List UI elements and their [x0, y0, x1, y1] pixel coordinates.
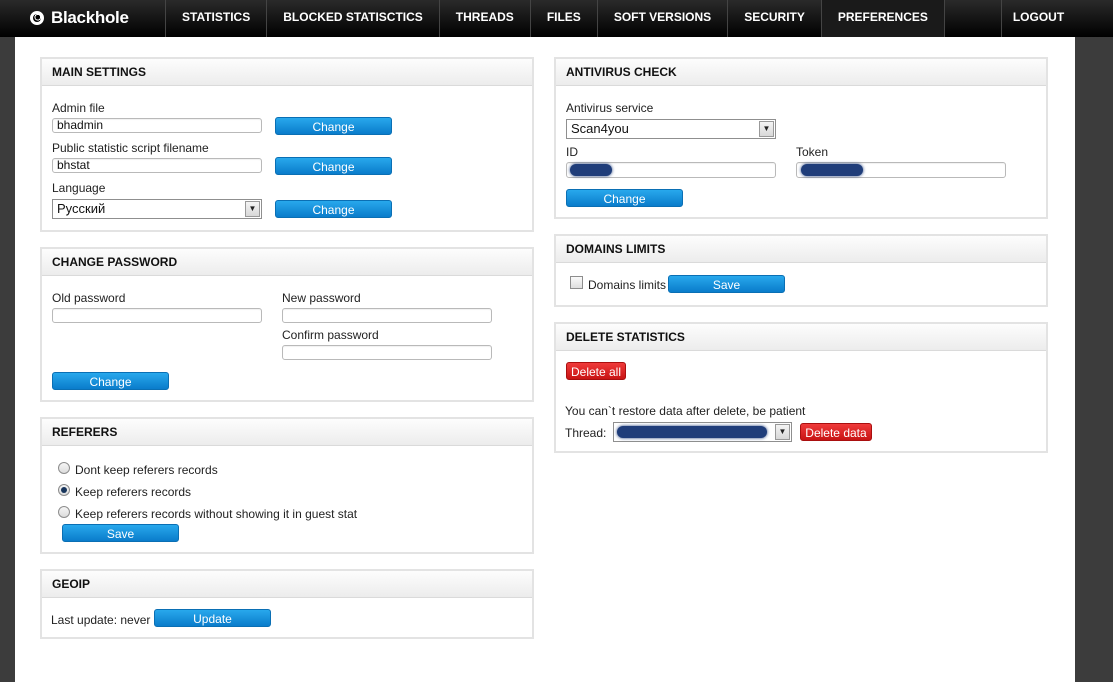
panel-title: DOMAINS LIMITS	[556, 236, 1046, 263]
thread-select[interactable]: ▼	[613, 422, 792, 442]
old-password-input[interactable]	[52, 308, 262, 323]
domains-limits-checkbox[interactable]	[570, 276, 583, 289]
language-select[interactable]: Русский ▼	[52, 199, 262, 219]
referers-radio-keep[interactable]	[58, 484, 70, 496]
nav-item-security[interactable]: SECURITY	[727, 0, 821, 37]
confirm-password-input[interactable]	[282, 345, 492, 360]
nav-item-soft-versions[interactable]: SOFT VERSIONS	[596, 0, 727, 37]
redacted-value	[570, 164, 612, 176]
dropdown-arrow-icon[interactable]: ▼	[245, 201, 260, 217]
panel-title: DELETE STATISTICS	[556, 324, 1046, 351]
antivirus-id-label: ID	[566, 145, 578, 159]
geoip-update-button[interactable]: Update	[154, 609, 271, 627]
referers-option-label: Dont keep referers records	[75, 463, 218, 477]
panel-title: MAIN SETTINGS	[42, 59, 532, 86]
change-password-button[interactable]: Change	[52, 372, 169, 390]
public-script-change-button[interactable]: Change	[275, 157, 392, 175]
logo-text: Blackhole	[51, 8, 129, 27]
delete-statistics-panel: DELETE STATISTICS Delete all You can`t r…	[554, 322, 1048, 453]
dropdown-arrow-icon[interactable]: ▼	[759, 121, 774, 137]
admin-file-label: Admin file	[52, 101, 105, 115]
confirm-password-label: Confirm password	[282, 328, 379, 342]
blackhole-logo-icon	[30, 11, 44, 25]
dropdown-arrow-icon[interactable]: ▼	[775, 424, 790, 440]
main-settings-panel: MAIN SETTINGS Admin file bhadmin Change …	[40, 57, 534, 232]
language-selected-value: Русский	[57, 201, 106, 216]
logout-button[interactable]: LOGOUT	[1001, 0, 1075, 37]
domains-limits-panel: DOMAINS LIMITS Domains limits Save	[554, 234, 1048, 307]
antivirus-selected-value: Scan4you	[571, 121, 629, 136]
language-change-button[interactable]: Change	[275, 200, 392, 218]
geoip-last-update: Last update: never	[51, 613, 151, 627]
admin-file-change-button[interactable]: Change	[275, 117, 392, 135]
antivirus-token-input[interactable]	[796, 162, 1006, 178]
panel-title: ANTIVIRUS CHECK	[556, 59, 1046, 86]
app-logo[interactable]: Blackhole	[30, 6, 129, 30]
thread-label: Thread:	[565, 426, 607, 440]
new-password-input[interactable]	[282, 308, 492, 323]
domains-limits-label: Domains limits	[588, 278, 667, 292]
nav-item-preferences[interactable]: PREFERENCES	[820, 0, 945, 37]
referers-panel: REFERERS Dont keep referers records Keep…	[40, 417, 534, 554]
delete-warning-text: You can`t restore data after delete, be …	[565, 404, 806, 418]
nav-item-files[interactable]: FILES	[529, 0, 597, 37]
panel-title: REFERERS	[42, 419, 532, 446]
panel-title: CHANGE PASSWORD	[42, 249, 532, 276]
preferences-content: MAIN SETTINGS Admin file bhadmin Change …	[15, 37, 1075, 682]
new-password-label: New password	[282, 291, 361, 305]
language-label: Language	[52, 181, 106, 195]
redacted-value	[617, 426, 767, 438]
antivirus-service-select[interactable]: Scan4you ▼	[566, 119, 776, 139]
public-script-input[interactable]: bhstat	[52, 158, 262, 173]
referers-radio-keep-hidden[interactable]	[58, 506, 70, 518]
referers-save-button[interactable]: Save	[62, 524, 179, 542]
admin-file-input[interactable]: bhadmin	[52, 118, 262, 133]
old-password-label: Old password	[52, 291, 126, 305]
top-navigation-bar: Blackhole STATISTICS BLOCKED STATISCTICS…	[0, 0, 1113, 37]
change-password-panel: CHANGE PASSWORD Old password New passwor…	[40, 247, 534, 402]
antivirus-service-label: Antivirus service	[566, 101, 654, 115]
page-gutter	[1075, 37, 1113, 682]
delete-data-button[interactable]: Delete data	[800, 423, 872, 441]
nav-item-statistics[interactable]: STATISTICS	[165, 0, 266, 37]
nav-item-blocked-statistics[interactable]: BLOCKED STATISCTICS	[266, 0, 439, 37]
antivirus-token-label: Token	[796, 145, 829, 159]
referers-radio-dont-keep[interactable]	[58, 462, 70, 474]
main-nav: STATISTICS BLOCKED STATISCTICS THREADS F…	[165, 0, 945, 37]
domains-limits-save-button[interactable]: Save	[668, 275, 785, 293]
referers-option-label: Keep referers records	[75, 485, 192, 499]
antivirus-check-panel: ANTIVIRUS CHECK Antivirus service Scan4y…	[554, 57, 1048, 219]
antivirus-id-input[interactable]	[566, 162, 776, 178]
antivirus-change-button[interactable]: Change	[566, 189, 683, 207]
panel-title: GEOIP	[42, 571, 532, 598]
delete-all-button[interactable]: Delete all	[566, 362, 626, 380]
public-script-label: Public statistic script filename	[52, 141, 209, 155]
redacted-value	[801, 164, 863, 176]
nav-item-threads[interactable]: THREADS	[438, 0, 530, 37]
referers-option-label: Keep referers records without showing it…	[75, 507, 358, 521]
geoip-panel: GEOIP Last update: never Update	[40, 569, 534, 639]
